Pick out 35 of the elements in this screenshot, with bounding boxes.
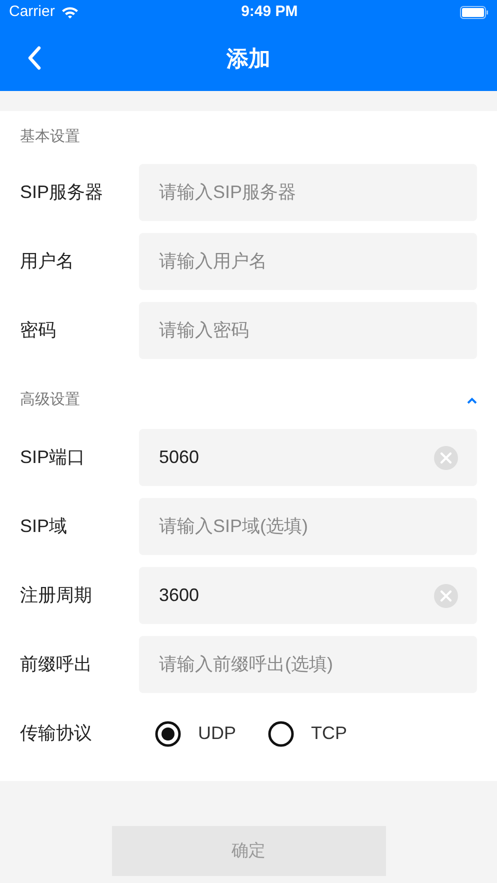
section-header: 基本设置	[20, 127, 80, 148]
radio-button[interactable]	[155, 720, 181, 746]
input-field[interactable]: 请输入前缀呼出(选填)	[139, 636, 477, 693]
input-field[interactable]: 请输入用户名	[139, 233, 477, 290]
text-input[interactable]: 请输入SIP服务器	[159, 179, 458, 206]
radio-button[interactable]	[268, 720, 294, 746]
battery-icon	[460, 6, 488, 19]
section-header: 高级设置	[20, 390, 80, 410]
field-label: 密码	[20, 319, 57, 342]
field-label: 传输协议	[20, 722, 93, 745]
page-title: 添加	[226, 44, 270, 72]
input-field[interactable]: 请输入SIP域(选填)	[139, 498, 477, 555]
field-label: SIP服务器	[20, 181, 104, 204]
text-input[interactable]: 请输入SIP域(选填)	[159, 513, 458, 540]
chevron-up-icon[interactable]	[467, 396, 477, 404]
radio-label[interactable]: UDP	[198, 720, 236, 747]
carrier-label: Carrier	[9, 2, 55, 22]
input-field[interactable]: 请输入SIP服务器	[139, 164, 477, 221]
back-icon	[27, 46, 41, 70]
field-label: SIP域	[20, 515, 68, 538]
text-input[interactable]: 3600	[159, 582, 434, 609]
field-label: 前缀呼出	[20, 653, 93, 676]
text-input[interactable]: 请输入密码	[159, 317, 458, 344]
wifi-icon	[60, 6, 79, 19]
input-field[interactable]: 5060	[139, 429, 477, 486]
text-input[interactable]: 请输入前缀呼出(选填)	[159, 651, 458, 678]
radio-label[interactable]: TCP	[311, 720, 348, 747]
input-field[interactable]: 请输入密码	[139, 302, 477, 359]
text-input[interactable]: 请输入用户名	[159, 248, 458, 275]
field-label: 注册周期	[20, 584, 93, 607]
input-field[interactable]: 3600	[139, 567, 477, 624]
clock-time: 9:49 PM	[241, 2, 298, 22]
field-label: SIP端口	[20, 446, 86, 469]
field-label: 用户名	[20, 250, 75, 273]
text-input[interactable]: 5060	[159, 444, 434, 471]
